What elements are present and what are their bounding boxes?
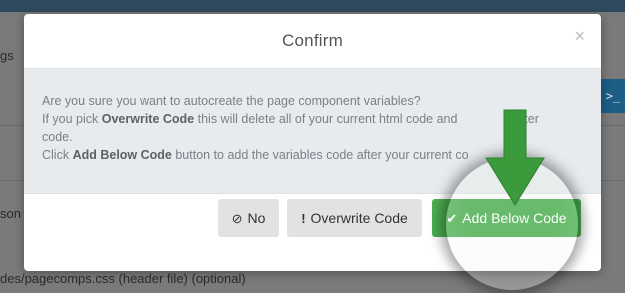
- no-button[interactable]: ⊘ No: [218, 199, 279, 237]
- no-button-label: No: [247, 210, 266, 226]
- body-line: code.: [42, 130, 73, 144]
- add-below-code-button[interactable]: ✔ Add Below Code: [432, 199, 581, 237]
- body-line: If you pick Overwrite Code this will del…: [42, 112, 539, 126]
- modal-title: Confirm: [282, 31, 343, 50]
- overwrite-code-button-label: Overwrite Code: [310, 210, 408, 226]
- terminal-icon: >_: [605, 89, 621, 103]
- add-below-code-button-label: Add Below Code: [462, 210, 567, 226]
- body-line: Click Add Below Code button to add the v…: [42, 148, 469, 162]
- ban-icon: ⊘: [231, 210, 243, 226]
- overwrite-code-button[interactable]: ! Overwrite Code: [287, 199, 422, 237]
- add-below-code-emphasis: Add Below Code: [72, 148, 172, 162]
- modal-body: Are you sure you want to autocreate the …: [24, 68, 601, 194]
- background-text-fragment: des/pagecomps.css (header file) (optiona…: [0, 271, 246, 286]
- background-topbar: [0, 0, 625, 12]
- overwrite-code-emphasis: Overwrite Code: [101, 112, 195, 126]
- exclamation-icon: !: [301, 210, 306, 226]
- close-icon[interactable]: ×: [574, 26, 585, 47]
- background-text-fragment: gs: [0, 48, 14, 63]
- check-icon: ✔: [446, 210, 458, 226]
- background-text-fragment: son: [0, 206, 21, 221]
- modal-header: Confirm ×: [24, 14, 601, 68]
- background-terminal-button[interactable]: >_: [601, 79, 625, 113]
- body-line: Are you sure you want to autocreate the …: [42, 94, 421, 108]
